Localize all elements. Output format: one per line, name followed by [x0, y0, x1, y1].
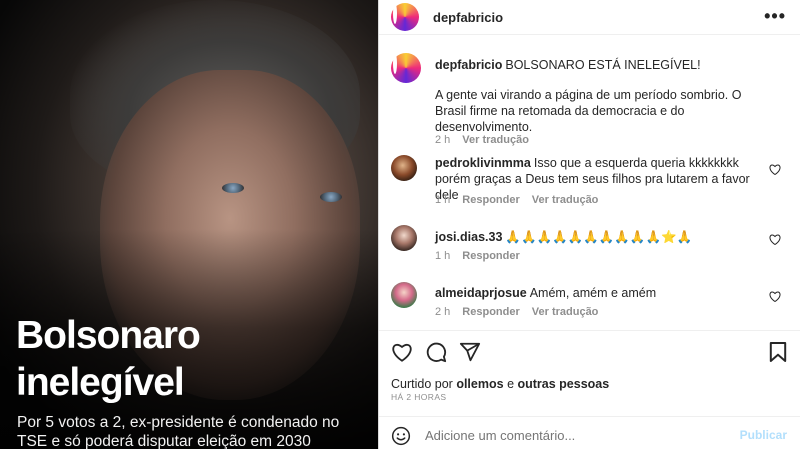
heart-icon[interactable]: [769, 291, 781, 302]
author-avatar[interactable]: [391, 3, 419, 31]
post-side-panel: depfabricio ••• depfabricio BOLSONARO EST…: [378, 0, 800, 449]
header-divider: [379, 34, 800, 35]
comment-username[interactable]: josi.dias.33: [435, 230, 502, 244]
more-horizontal-icon[interactable]: •••: [764, 6, 786, 27]
caption-text: depfabricio BOLSONARO ESTÁ INELEGÍVEL! A …: [435, 57, 775, 135]
likes-conjunction: e: [507, 377, 515, 391]
heart-icon[interactable]: [769, 234, 781, 245]
caption-meta: 2 h Ver tradução: [435, 134, 541, 146]
reply-button[interactable]: Responder: [462, 306, 519, 318]
like-heart-icon[interactable]: [391, 341, 413, 363]
comment-body: 🙏🙏🙏🙏🙏🙏🙏🙏🙏🙏⭐🙏: [505, 230, 693, 244]
comment-avatar[interactable]: [391, 225, 417, 251]
heart-icon[interactable]: [769, 164, 781, 175]
comment-item: almeidaprjosue Amém, amém e amém 2 h Respo…: [391, 282, 787, 318]
comment-time[interactable]: 2 h: [435, 306, 450, 318]
comment-meta: 1 h Responder: [435, 250, 532, 262]
reply-button[interactable]: Responder: [462, 250, 519, 262]
caption-see-translation[interactable]: Ver tradução: [462, 134, 529, 146]
comment-input[interactable]: [425, 428, 725, 443]
comments-section[interactable]: depfabricio BOLSONARO ESTÁ INELEGÍVEL! A …: [379, 43, 800, 328]
comment-time[interactable]: 1 h: [435, 250, 450, 262]
comment-text: josi.dias.33 🙏🙏🙏🙏🙏🙏🙏🙏🙏🙏⭐🙏: [435, 229, 755, 245]
actions-divider: [379, 330, 800, 331]
add-comment-bar: Publicar: [379, 416, 800, 449]
caption-body: A gente vai virando a página de um perío…: [435, 88, 742, 134]
likes-others-link[interactable]: outras pessoas: [518, 377, 610, 391]
caption-headline: BOLSONARO ESTÁ INELEGÍVEL!: [505, 58, 701, 72]
image-headline: Bolsonaro inelegível: [16, 314, 201, 404]
caption-username[interactable]: depfabricio: [435, 58, 502, 72]
post-actions: [379, 337, 800, 367]
portrait-eye-right: [320, 192, 342, 202]
comment-text: almeidaprjosue Amém, amém e amém: [435, 285, 755, 301]
caption-avatar[interactable]: [391, 53, 421, 83]
comment-item: josi.dias.33 🙏🙏🙏🙏🙏🙏🙏🙏🙏🙏⭐🙏 1 h Responder: [391, 225, 787, 262]
comment-username[interactable]: pedroklivinmma: [435, 156, 531, 170]
see-translation-link[interactable]: Ver tradução: [532, 306, 599, 318]
bookmark-save-icon[interactable]: [769, 341, 787, 363]
emoji-icon[interactable]: [391, 426, 411, 446]
likes-summary: Curtido por ollemos e outras pessoas: [391, 377, 609, 391]
image-subheadline: Por 5 votos a 2, ex-presidente é condena…: [17, 414, 340, 449]
comment-username[interactable]: almeidaprjosue: [435, 286, 527, 300]
post-image[interactable]: Bolsonaro inelegível Por 5 votos a 2, ex…: [0, 0, 378, 449]
reply-button[interactable]: Responder: [462, 194, 519, 206]
see-translation-link[interactable]: Ver tradução: [532, 194, 599, 206]
post-timestamp[interactable]: HÁ 2 HORAS: [391, 392, 447, 402]
liked-by-user[interactable]: ollemos: [456, 377, 503, 391]
caption-time[interactable]: 2 h: [435, 134, 450, 146]
publish-button[interactable]: Publicar: [740, 428, 787, 442]
share-send-icon[interactable]: [459, 341, 481, 363]
comment-meta: 2 h Responder Ver tradução: [435, 306, 610, 318]
author-username[interactable]: depfabricio: [433, 10, 503, 25]
likes-prefix: Curtido por: [391, 377, 453, 391]
portrait-eye-left: [222, 183, 244, 193]
comment-item: pedroklivinmma Isso que a esquerda queria…: [391, 155, 787, 206]
comment-body: Amém, amém e amém: [529, 286, 657, 300]
post-header: depfabricio •••: [379, 0, 800, 34]
comment-bubble-icon[interactable]: [425, 341, 447, 363]
comment-time[interactable]: 1 h: [435, 194, 450, 206]
comment-meta: 1 h Responder Ver tradução: [435, 194, 610, 206]
comment-avatar[interactable]: [391, 282, 417, 308]
comment-avatar[interactable]: [391, 155, 417, 181]
